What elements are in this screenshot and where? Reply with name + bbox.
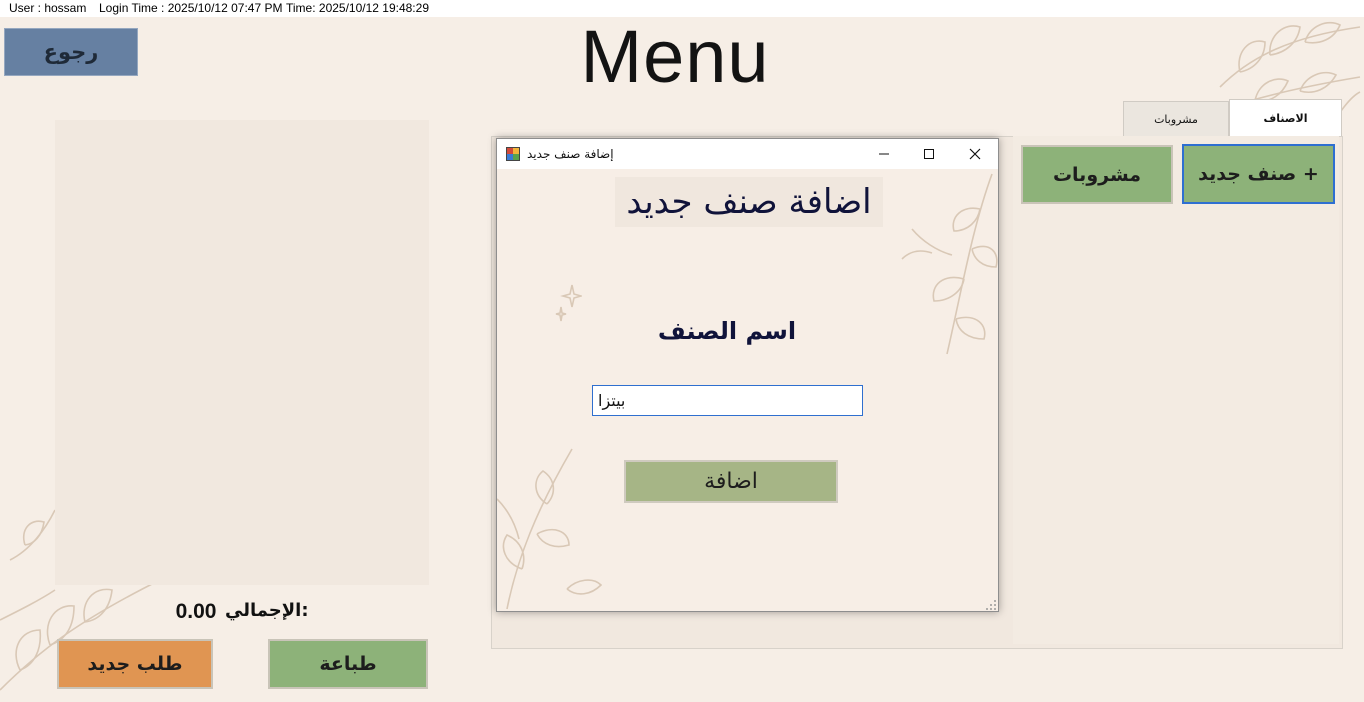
page-title: Menu <box>580 15 770 98</box>
window-app-icon <box>506 147 520 161</box>
back-button[interactable]: رجوع <box>4 28 138 76</box>
leaf-decoration-dialog-right <box>901 173 998 355</box>
tab-page-categories <box>1013 136 1339 644</box>
status-login-time: Login Time : 2025/10/12 07:47 PM <box>99 1 283 15</box>
maximize-icon <box>923 149 934 159</box>
leaf-decoration-dialog-left <box>497 448 603 610</box>
dialog-title: إضافة صنف جديد <box>527 147 614 161</box>
add-category-button[interactable]: صنف جديد + <box>1182 144 1335 204</box>
status-time: Time: 2025/10/12 19:48:29 <box>286 1 429 15</box>
total-caption: الإجمالي: <box>225 600 309 621</box>
dialog-titlebar[interactable]: إضافة صنف جديد <box>497 139 998 169</box>
print-button[interactable]: طباعة <box>268 639 428 689</box>
sparkle-decoration <box>555 284 582 322</box>
total-value: 0.00 <box>175 600 217 623</box>
maximize-button[interactable] <box>906 139 951 169</box>
resize-grip-icon[interactable] <box>985 599 997 611</box>
add-category-dialog: إضافة صنف جديد اضافة صنف جديد اسم الصنف … <box>496 138 999 612</box>
drinks-category-button[interactable]: مشروبات <box>1021 145 1173 204</box>
item-name-input[interactable] <box>592 385 863 416</box>
dialog-heading: اضافة صنف جديد <box>615 177 883 227</box>
tab-categories[interactable]: الاصناف <box>1229 99 1342 136</box>
close-icon <box>969 148 980 160</box>
minimize-button[interactable] <box>861 139 906 169</box>
new-order-button[interactable]: طلب جديد <box>57 639 213 689</box>
order-items-panel <box>55 120 429 585</box>
item-name-label: اسم الصنف <box>657 317 797 345</box>
close-button[interactable] <box>952 139 997 169</box>
status-user: User : hossam <box>9 1 87 15</box>
tab-drinks[interactable]: مشروبات <box>1123 101 1229 136</box>
add-submit-button[interactable]: اضافة <box>624 460 838 503</box>
minimize-icon <box>878 153 889 155</box>
